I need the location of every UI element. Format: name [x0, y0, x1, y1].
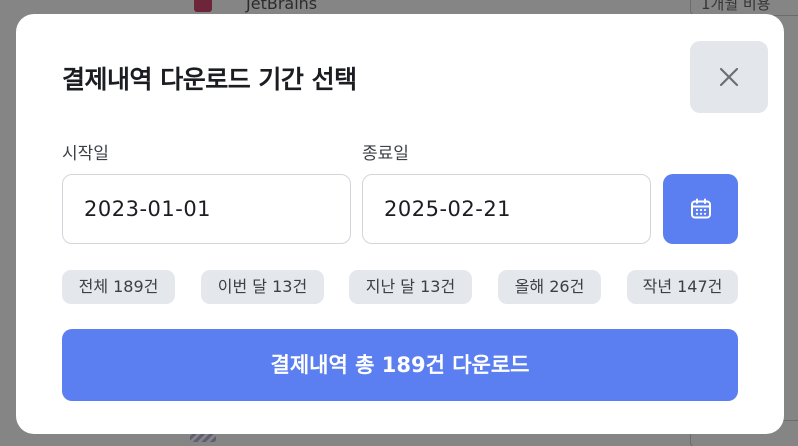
calendar-button[interactable]	[663, 174, 738, 244]
quick-range-last-month[interactable]: 지난 달 13건	[349, 270, 472, 304]
end-date-input[interactable]: 2025-02-21	[362, 174, 651, 244]
close-button[interactable]	[690, 41, 768, 113]
start-date-label: 시작일	[62, 144, 109, 164]
quick-range-all[interactable]: 전체 189건	[62, 270, 175, 304]
start-date-input[interactable]: 2023-01-01	[62, 174, 351, 244]
close-icon	[719, 67, 739, 87]
download-button[interactable]: 결제내역 총 189건 다운로드	[62, 329, 738, 401]
download-period-modal: 결제내역 다운로드 기간 선택 시작일 2023-01-01 종료일 2025-…	[16, 14, 784, 434]
modal-title: 결제내역 다운로드 기간 선택	[62, 65, 357, 94]
quick-range-this-month[interactable]: 이번 달 13건	[201, 270, 324, 304]
quick-range-last-year[interactable]: 작년 147건	[627, 270, 738, 304]
quick-range-this-year[interactable]: 올해 26건	[498, 270, 601, 304]
calendar-icon	[690, 198, 711, 219]
end-date-label: 종료일	[362, 144, 409, 164]
